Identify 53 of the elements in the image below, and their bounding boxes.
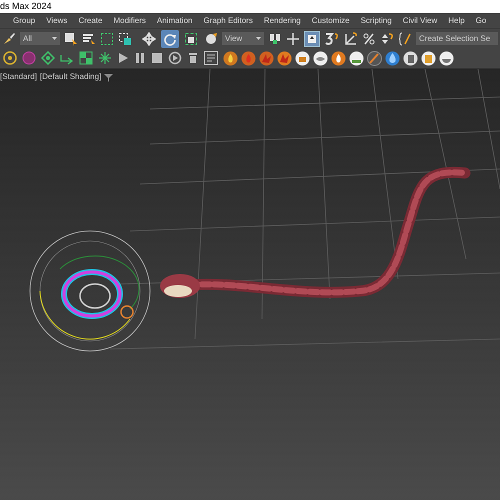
menu-item[interactable]: Views — [46, 16, 68, 24]
rotate-tool-button[interactable] — [161, 30, 179, 48]
viewport-label[interactable]: [Default Shading] — [40, 71, 102, 83]
spinner-snap-icon[interactable] — [380, 32, 394, 46]
filter-icon[interactable] — [104, 72, 114, 82]
move-tool-button[interactable] — [140, 30, 158, 48]
menu-item[interactable]: Modifiers — [113, 16, 146, 24]
menu-item[interactable]: Customize — [312, 16, 350, 24]
reference-coordinate-dropdown[interactable]: View — [222, 32, 264, 45]
paint-brush-icon[interactable] — [2, 32, 16, 46]
menu-item[interactable]: Go — [476, 16, 486, 24]
replay-icon[interactable] — [168, 51, 182, 65]
select-object-icon[interactable] — [64, 32, 78, 46]
braces-icon[interactable] — [398, 32, 412, 46]
keyboard-shortcut-toggle-icon[interactable] — [304, 30, 320, 46]
flame-icon[interactable] — [223, 50, 238, 66]
named-selection-field[interactable]: Create Selection Se — [416, 32, 498, 45]
menu-item[interactable]: Rendering — [264, 16, 301, 24]
menu-item[interactable]: Animation — [156, 16, 192, 24]
angle-snap-icon[interactable] — [344, 32, 358, 46]
menu-item[interactable]: Scripting — [360, 16, 392, 24]
caret-icon — [52, 37, 57, 40]
snap-toggle-icon[interactable] — [324, 32, 340, 46]
burst-icon[interactable] — [259, 50, 274, 66]
menu-item[interactable]: Create — [78, 16, 102, 24]
list-icon[interactable] — [204, 51, 218, 65]
brush-icon[interactable] — [367, 50, 382, 66]
rotate-gizmo[interactable] — [30, 230, 150, 352]
perspective-viewport[interactable]: [Standard] [Default Shading] — [0, 69, 500, 500]
select-by-name-icon[interactable] — [82, 32, 96, 46]
menu-item[interactable]: Graph Editors — [203, 16, 253, 24]
viewport-label[interactable]: [Standard] — [0, 71, 37, 83]
caret-icon — [256, 37, 261, 40]
pause-icon[interactable] — [134, 52, 146, 64]
window-title: ds Max 2024 — [0, 2, 52, 11]
region-select-icon[interactable] — [100, 32, 114, 46]
trash-icon[interactable] — [187, 52, 199, 64]
selection-filter-dropdown[interactable]: All — [20, 32, 60, 45]
circle-link-icon[interactable] — [3, 51, 17, 65]
percent-snap-icon[interactable] — [362, 32, 376, 46]
menu-item[interactable]: Group — [13, 16, 36, 24]
starburst-icon[interactable] — [98, 51, 112, 65]
droplet-icon[interactable] — [385, 50, 400, 66]
stop-icon[interactable] — [151, 52, 163, 64]
window-crossing-icon[interactable] — [118, 32, 132, 46]
crosshair-icon[interactable] — [286, 32, 300, 46]
checker-icon[interactable] — [79, 51, 93, 65]
diamond-icon[interactable] — [41, 51, 55, 65]
flame-icon[interactable] — [331, 50, 346, 66]
pivot-center-icon[interactable] — [268, 32, 282, 46]
menu-item[interactable]: Civil View — [402, 16, 438, 24]
menu-item[interactable]: Help — [448, 16, 465, 24]
play-icon[interactable] — [117, 52, 129, 64]
